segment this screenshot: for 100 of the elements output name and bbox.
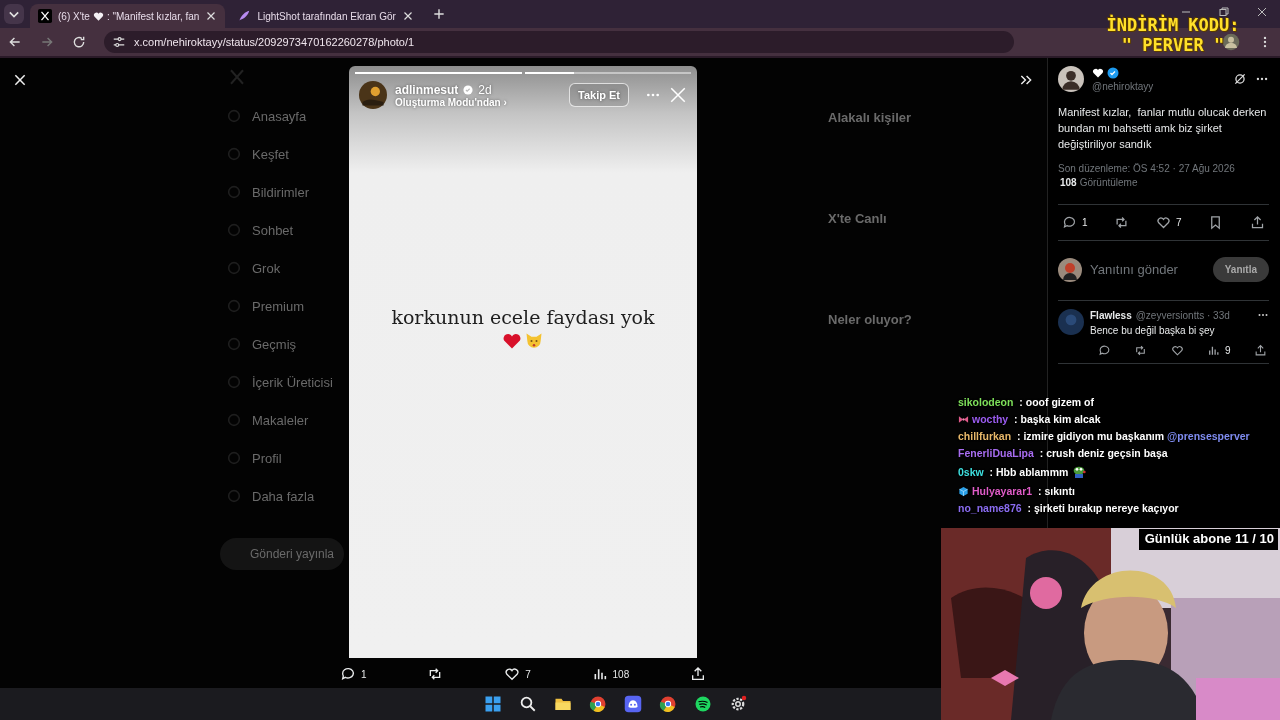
repost-icon[interactable] [1134,344,1148,357]
nav-item[interactable]: Geçmiş [226,336,297,352]
action-count: 9 [1225,345,1231,356]
action-count: 7 [1176,217,1182,228]
reply-field[interactable]: Yanıtını gönder [1088,261,1207,278]
nav-item[interactable]: Daha fazla [226,488,315,504]
chat-message: 0skw : Hbb ablammm [958,464,1278,480]
nav-icon [226,488,242,504]
section-heading: Neler oluyor? [828,312,912,327]
nav-icon [226,108,242,124]
section-heading: X'te Canlı [828,211,887,226]
reply-icon[interactable] [340,666,356,682]
nav-item[interactable]: Sohbet [226,222,294,238]
new-tab-icon[interactable] [431,7,446,21]
share-icon[interactable] [690,666,706,682]
heart-icon [502,331,522,351]
dropdown-icon[interactable] [4,4,24,24]
follow-button[interactable]: Takip Et [569,83,629,107]
promo-text: " PERVER " [1121,35,1225,55]
site-settings-icon [112,35,126,49]
nav-item[interactable]: İçerik Üreticisi [226,374,333,390]
share-icon[interactable] [1254,344,1267,357]
nav-icon [226,450,242,466]
nav-icon [226,336,242,352]
browser-tab[interactable]: (6) X'te : "Manifest kızlar, fan [30,4,226,28]
reply-icon[interactable] [1098,344,1111,357]
reload-icon[interactable] [72,35,86,49]
nav-item[interactable]: Makaleler [226,412,309,428]
x-logo-icon [38,9,52,23]
expand-icon[interactable] [1019,73,1033,87]
reply-handle[interactable]: @zeyversiontts · 33d [1135,309,1230,321]
avatar-icon[interactable] [1058,257,1082,282]
nav-icon [226,184,242,200]
verified-icon [1107,66,1119,79]
tweet-text: Manifest kızlar, fanlar mutlu olucak derken bundan mı bahsetti amk biz şirket değiştiriliyor sandık [1058,105,1268,152]
section-heading: Alakalı kişiler [828,110,912,125]
username[interactable]: adlinmesut [395,82,459,97]
action-count: 1 [1082,217,1088,228]
post-time: 2d [478,82,492,97]
view-label: Görüntüleme [1079,176,1138,190]
nav-icon [226,374,242,390]
tab-title: (6) X'te [58,10,90,22]
avatar-icon[interactable] [1058,66,1084,92]
heart-icon[interactable] [504,666,521,682]
cube-badge-icon [958,485,969,497]
post-button[interactable]: Gönderi yayınla [220,538,345,570]
nav-item[interactable]: Profil [226,450,282,466]
reply-icon[interactable] [1062,215,1077,230]
subtitle-link[interactable]: Oluşturma Modu'ndan › [395,96,561,108]
grok-icon[interactable] [1233,72,1247,86]
promo-text: İNDİRİM KODU: [1106,15,1240,35]
cat-face-icon [524,331,544,351]
avatar-icon[interactable] [359,81,387,109]
reply-author[interactable]: Flawless [1090,309,1132,321]
story-text: korkunun ecele faydası yok [391,306,655,328]
user-handle[interactable]: @nehiroktayy [1092,80,1225,92]
tab-title: : "Manifest kızlar, fan [106,10,200,22]
reply-text: Bence bu değil başka bi şey [1090,325,1216,336]
chat-message: Hulyayarar1 : sıkıntı [958,485,1278,497]
subscriber-counter: Günlük abone 11 / 10 [1138,529,1278,550]
reply-button[interactable]: Yanıtla [1212,257,1269,282]
share-icon[interactable] [1250,215,1265,230]
chat-message: FenerliDuaLipa : crush deniz geçsin başa [958,447,1169,459]
verified-icon [463,84,474,95]
action-count: 7 [525,668,531,680]
nav-icon [226,146,242,162]
bar-chart-icon[interactable] [1207,344,1221,357]
nav-item[interactable]: Keşfet [226,146,289,162]
nav-item[interactable]: Bildirimler [226,184,310,200]
action-count: 108 [612,668,630,680]
close-icon[interactable] [401,10,414,22]
heart-icon[interactable] [1156,215,1171,230]
nav-icon [226,412,242,428]
nav-item[interactable]: Grok [226,260,281,276]
timestamp[interactable]: Son düzenleme: ÖS 4:52 · 27 Ağu 2026 [1058,162,1269,176]
nav-item[interactable]: Anasayfa [226,108,307,124]
back-icon[interactable] [8,35,22,49]
chat-message: no_name876 : şirketi bırakıp nereye kaçıyor [958,502,1180,514]
view-count: 108 [1060,176,1077,190]
address-field[interactable]: x.com/nehiroktayy/status/2092973470162260278/photo/1 [104,31,1014,53]
chat-message: sikolodeon : ooof gizem of [958,396,1095,408]
feather-icon [237,9,252,23]
url-text: x.com/nehiroktayy/status/2092973470162260278/photo/1 [134,36,415,48]
nav-icon [226,222,242,238]
forward-icon[interactable] [40,35,54,49]
heart-icon[interactable] [1170,344,1184,357]
nav-icon [226,298,242,314]
heart-icon [1092,66,1104,79]
browser-tab[interactable]: LightShot tarafından Ekran Gör [229,4,422,28]
repost-icon[interactable] [1114,215,1130,230]
tab-title: LightShot tarafından Ekran Gör [257,10,396,22]
chat-message: chillfurkan : izmire gidiyon mu başkanım @prensesperver [958,430,1251,442]
restore-icon[interactable] [1218,6,1230,18]
action-count: 1 [361,668,367,680]
chat-message: wocthy : başka kim alcak [958,413,1278,425]
close-icon[interactable] [205,10,218,22]
nav-icon [226,260,242,276]
nav-item[interactable]: Premium [226,298,304,314]
close-icon[interactable] [1256,6,1268,18]
profile-avatar-icon[interactable] [1222,33,1240,51]
